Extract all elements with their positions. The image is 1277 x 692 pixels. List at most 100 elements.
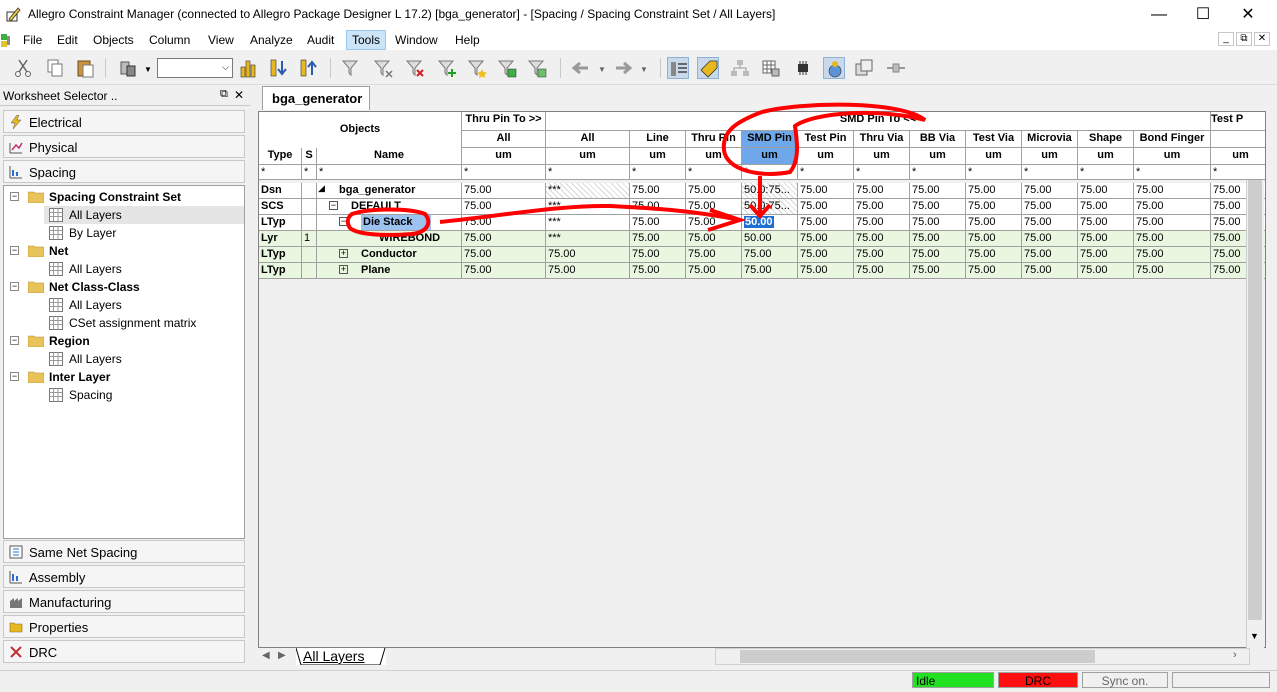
filter-cell[interactable]: *: [546, 165, 630, 180]
value-cell[interactable]: 75.00: [742, 263, 798, 279]
value-cell[interactable]: 75.00: [686, 215, 742, 231]
collapse-toggle-icon[interactable]: −: [10, 246, 19, 255]
tree-leaf[interactable]: All Layers: [44, 296, 244, 314]
tree-node[interactable]: − Net Class-Class: [4, 278, 244, 296]
tree-leaf[interactable]: Spacing: [44, 386, 244, 404]
value-cell[interactable]: 75.00: [854, 231, 910, 247]
value-cell[interactable]: 75.00: [966, 231, 1022, 247]
filter-cell[interactable]: *: [686, 165, 742, 180]
value-cell[interactable]: 75.00: [798, 247, 854, 263]
filter-cell[interactable]: *: [1078, 165, 1134, 180]
collapse-toggle-icon[interactable]: −: [10, 336, 19, 345]
filter-cell[interactable]: *: [630, 165, 686, 180]
value-cell[interactable]: 75.00: [1134, 199, 1211, 215]
value-cell[interactable]: 75.00: [686, 183, 742, 199]
column-header-line[interactable]: Line: [630, 131, 686, 148]
chevron-down-icon[interactable]: ▼: [640, 65, 648, 74]
category-electrical[interactable]: Electrical: [3, 110, 245, 133]
tree-node[interactable]: − Inter Layer: [4, 368, 244, 386]
back-arrow-icon[interactable]: [570, 57, 592, 79]
column-header-type[interactable]: Type: [259, 148, 302, 165]
row-name-cell[interactable]: + Conductor: [317, 247, 462, 263]
column-header-test-via[interactable]: Test Via: [966, 131, 1022, 148]
row-expand-toggle-icon[interactable]: ◢: [317, 184, 326, 194]
tab-scroll-left-icon[interactable]: ◀: [262, 650, 270, 661]
filter-grid-alt-icon[interactable]: [526, 57, 548, 79]
scroll-down-arrow-icon[interactable]: ▼: [1250, 631, 1259, 641]
value-cell[interactable]: 75.00: [630, 183, 686, 199]
component-icon[interactable]: [792, 57, 814, 79]
value-cell[interactable]: 75.00: [1022, 263, 1078, 279]
horizontal-scroll-thumb[interactable]: [740, 650, 1095, 663]
category-physical[interactable]: Physical: [3, 135, 245, 158]
chevron-down-icon[interactable]: ▼: [144, 65, 152, 74]
value-cell[interactable]: 75.00: [462, 231, 546, 247]
value-cell[interactable]: 75.00: [798, 231, 854, 247]
value-cell[interactable]: ***: [546, 183, 630, 199]
value-cell[interactable]: 75.00: [966, 247, 1022, 263]
row-expand-toggle-icon[interactable]: −: [329, 201, 338, 210]
tree-leaf[interactable]: CSet assignment matrix: [44, 314, 244, 332]
row-s-cell[interactable]: [302, 215, 317, 231]
constraint-tag-icon[interactable]: [697, 57, 719, 79]
column-header-thru-pin[interactable]: Thru Pin: [686, 131, 742, 148]
value-cell[interactable]: 75.00: [630, 247, 686, 263]
category-manufacturing[interactable]: Manufacturing: [3, 590, 245, 613]
row-s-cell[interactable]: [302, 247, 317, 263]
value-cell[interactable]: 75.00: [1022, 215, 1078, 231]
value-cell[interactable]: 75.00: [1078, 215, 1134, 231]
sort-up-icon[interactable]: [298, 57, 320, 79]
value-cell[interactable]: 75.00: [854, 247, 910, 263]
value-cell[interactable]: 75.00: [686, 231, 742, 247]
row-s-cell[interactable]: [302, 183, 317, 199]
close-icon[interactable]: ✕: [234, 88, 244, 102]
collapse-toggle-icon[interactable]: −: [10, 372, 19, 381]
column-header-microvia[interactable]: Microvia: [1022, 131, 1078, 148]
row-type-cell[interactable]: LTyp: [259, 215, 302, 231]
tree-leaf[interactable]: All Layers: [44, 260, 244, 278]
value-cell[interactable]: 75.00: [1078, 247, 1134, 263]
smd-pin-group-header[interactable]: SMD Pin To <<: [546, 112, 1211, 131]
value-cell[interactable]: 75.00: [1022, 247, 1078, 263]
tree-node[interactable]: − Net: [4, 242, 244, 260]
menu-view[interactable]: View: [203, 30, 239, 50]
value-cell[interactable]: 75.00: [854, 263, 910, 279]
menu-audit[interactable]: Audit: [302, 30, 339, 50]
column-header-bond-finger[interactable]: Bond Finger: [1134, 131, 1211, 148]
filter-cell[interactable]: *: [854, 165, 910, 180]
row-type-cell[interactable]: SCS: [259, 199, 302, 215]
value-cell[interactable]: 75.00: [798, 199, 854, 215]
mdi-restore-button[interactable]: ⧉: [1236, 32, 1252, 46]
windows-icon[interactable]: [853, 57, 875, 79]
tree-node[interactable]: − Region: [4, 332, 244, 350]
column-header-thru-via[interactable]: Thru Via: [854, 131, 910, 148]
worksheet-list-icon[interactable]: [667, 57, 689, 79]
row-type-cell[interactable]: Lyr: [259, 231, 302, 247]
menu-column[interactable]: Column: [144, 30, 195, 50]
sort-down-icon[interactable]: [268, 57, 290, 79]
column-header-s[interactable]: S: [302, 148, 317, 165]
menu-file[interactable]: File: [18, 30, 47, 50]
row-type-cell[interactable]: LTyp: [259, 263, 302, 279]
filter-cell[interactable]: *: [798, 165, 854, 180]
value-cell[interactable]: 75.00: [630, 199, 686, 215]
value-cell[interactable]: 75.00: [1134, 263, 1211, 279]
value-cell[interactable]: 75.00: [966, 215, 1022, 231]
value-cell[interactable]: 75.00: [462, 183, 546, 199]
value-cell[interactable]: 75.00: [1022, 231, 1078, 247]
row-name-cell[interactable]: − DEFAULT: [317, 199, 462, 215]
column-header-shape[interactable]: Shape: [1078, 131, 1134, 148]
filter-cell[interactable]: *: [462, 165, 546, 180]
filter-cell[interactable]: *: [1211, 165, 1265, 180]
value-cell[interactable]: 75.00: [910, 247, 966, 263]
filter-red-icon[interactable]: [404, 57, 426, 79]
mdi-child-icon[interactable]: [0, 32, 16, 48]
value-cell[interactable]: 75.00: [910, 199, 966, 215]
tree-leaf[interactable]: All Layers: [44, 206, 244, 224]
value-cell[interactable]: 75.00: [910, 231, 966, 247]
category-spacing[interactable]: Spacing: [3, 160, 245, 183]
row-s-cell[interactable]: [302, 199, 317, 215]
filter-star-icon[interactable]: [466, 57, 488, 79]
value-cell[interactable]: 75.00: [966, 263, 1022, 279]
row-name-cell[interactable]: WIREBOND: [317, 231, 462, 247]
